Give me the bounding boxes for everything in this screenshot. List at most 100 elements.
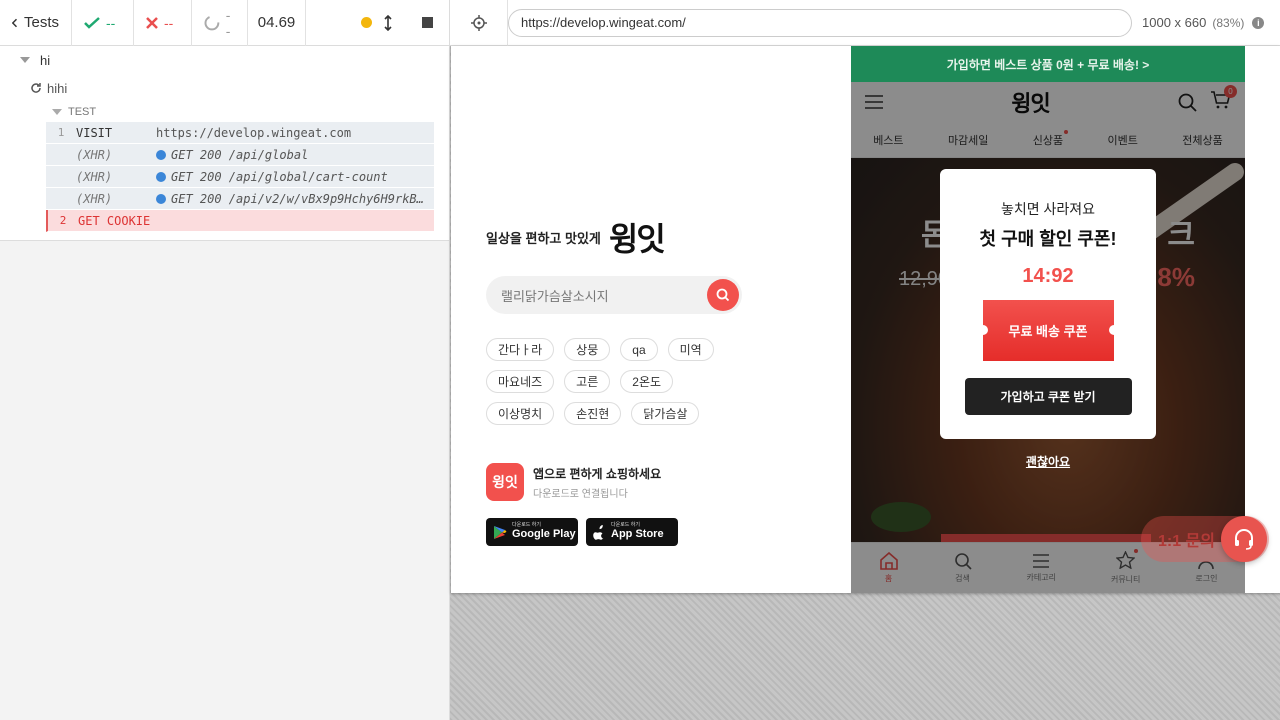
keyword-chip[interactable]: 고른 — [564, 370, 611, 393]
app-store-button[interactable]: 다운로드 하기 App Store — [586, 518, 678, 546]
caret-down-icon — [52, 109, 62, 115]
viewport-dimensions: 1000 x 660 — [1142, 15, 1207, 30]
back-to-tests-button[interactable]: Tests — [0, 0, 72, 46]
test-row[interactable]: TEST — [0, 102, 449, 122]
modal-line1: 놓치면 사라져요 — [1000, 201, 1096, 217]
command-log: 1 VISIT https://develop.wingeat.com (XHR… — [46, 122, 434, 232]
url-input[interactable]: https://develop.wingeat.com/ — [508, 8, 1132, 37]
test-tree: hi hihi TEST 1 VISIT https://develop.win… — [0, 46, 449, 241]
command-row[interactable]: (XHR) GET 200 /api/v2/w/vBx9p9Hchy6H9rkB… — [46, 188, 434, 210]
search-icon — [716, 288, 730, 302]
xhr-status-icon — [156, 149, 166, 160]
app-icon: 윙잇 — [486, 463, 524, 501]
back-label: Tests — [23, 14, 59, 31]
keyword-chip[interactable]: 상뭉 — [564, 338, 611, 361]
crosshair-icon — [470, 14, 487, 31]
passed-stat: -- — [72, 0, 134, 46]
check-icon — [84, 16, 100, 29]
google-label: Google Play — [512, 528, 576, 541]
app-promo-title: 앱으로 편하게 쇼핑하세요 — [533, 466, 662, 481]
google-play-button[interactable]: 다운로드 하기 Google Play — [486, 518, 578, 546]
app-under-test-frame: 일상을 편하고 맛있게 윙잇 랠리닭가슴살소시지 간다ㅏ라 상뭉 qa 미역 마… — [451, 46, 1280, 593]
command-message: GET 200 /api/global/cart-count — [156, 170, 434, 184]
search-placeholder: 랠리닭가슴살소시지 — [501, 288, 609, 304]
viewport-scale: (83%) — [1212, 16, 1245, 30]
command-row[interactable]: (XHR) GET 200 /api/global/cart-count — [46, 166, 434, 188]
mobile-site: 가입하면 베스트 상품 0원 + 무료 배송! > 윙잇 0 베스트 마감세일 … — [851, 46, 1245, 593]
coupon-modal: 놓치면 사라져요 첫 구매 할인 쿠폰! 14:92 무료 배송 쿠폰 가입하고… — [940, 169, 1156, 439]
chat-round-button[interactable] — [1221, 516, 1267, 562]
chip-row: 간다ㅏ라 상뭉 qa 미역 — [486, 338, 756, 361]
search-input[interactable]: 랠리닭가슴살소시지 — [486, 276, 742, 314]
app-promo: 윙잇 앱으로 편하게 쇼핑하세요 다운로드로 연결됩니다 — [486, 463, 661, 501]
chat-inquiry-button[interactable]: 1:1 문의 — [1141, 516, 1269, 562]
selector-playground-button[interactable] — [450, 0, 508, 46]
keyword-chip[interactable]: 손진현 — [564, 402, 622, 425]
signup-get-coupon-button[interactable]: 가입하고 쿠폰 받기 — [964, 378, 1132, 415]
viewport-size: 1000 x 660 (83%) — [1142, 15, 1244, 30]
command-name: GET COOKIE — [78, 213, 151, 228]
command-row-failed[interactable]: 2 GET COOKIE — [46, 210, 434, 232]
command-number: 2 — [59, 214, 67, 227]
failed-stat: -- — [134, 0, 192, 46]
free-shipping-coupon: 무료 배송 쿠폰 — [977, 300, 1119, 361]
modal-title: 첫 구매 할인 쿠폰! — [979, 229, 1117, 249]
spec-row[interactable]: hihi — [0, 78, 449, 98]
command-name: (XHR) — [76, 191, 113, 206]
command-name: VISIT — [76, 125, 113, 140]
spec-title: hihi — [47, 80, 68, 96]
x-icon — [146, 16, 158, 29]
auto-scroll-icon[interactable] — [384, 14, 392, 31]
brand-logo: 윙잇 — [608, 221, 666, 257]
modal-timer: 14:92 — [1022, 265, 1074, 287]
command-name: (XHR) — [76, 169, 113, 184]
keyword-chip[interactable]: qa — [620, 338, 658, 361]
xhr-text: GET 200 /api/global — [171, 147, 309, 162]
signup-banner[interactable]: 가입하면 베스트 상품 0원 + 무료 배송! > — [851, 46, 1245, 82]
keyword-chip[interactable]: 2온도 — [620, 370, 674, 393]
chevron-left-icon — [12, 18, 18, 27]
failed-count: -- — [164, 14, 174, 31]
keyword-chip[interactable]: 닭가슴살 — [631, 402, 700, 425]
dismiss-link[interactable]: 괜찮아요 — [851, 453, 1245, 470]
running-indicator-icon — [361, 17, 372, 28]
google-play-icon — [494, 525, 507, 539]
command-message: https://develop.wingeat.com — [156, 125, 352, 140]
chat-label: 1:1 문의 — [1158, 533, 1216, 550]
command-name: (XHR) — [76, 147, 113, 162]
run-controls — [306, 0, 449, 46]
suite-title: hi — [40, 52, 51, 68]
xhr-status-icon — [156, 193, 166, 204]
headset-icon — [1235, 529, 1253, 550]
command-message: GET 200 /api/v2/w/vBx9p9Hchy6H9rkB… — [156, 192, 434, 206]
keyword-chip[interactable]: 이상명치 — [486, 402, 555, 425]
xhr-text: GET 200 /api/global/cart-count — [171, 169, 388, 184]
reporter-panel: Tests -- -- -- 04.69 hi hihi TEST 1 VISI… — [0, 0, 450, 720]
command-message: GET 200 /api/global — [156, 148, 434, 162]
xhr-text: GET 200 /api/v2/w/vBx9p9Hchy6H9rkB… — [171, 191, 424, 206]
pending-circle-icon — [204, 15, 220, 30]
app-promo-subtitle: 다운로드로 연결됩니다 — [533, 488, 628, 500]
apple-icon — [593, 524, 604, 540]
test-title: TEST — [68, 106, 97, 118]
cypress-runner: Tests -- -- -- 04.69 hi hihi TEST 1 VISI… — [0, 0, 1280, 720]
app-store-label: App Store — [611, 528, 664, 541]
store-buttons: 다운로드 하기 Google Play 다운로드 하기 App Store — [486, 518, 678, 546]
command-number: 1 — [57, 126, 65, 139]
stop-icon[interactable] — [422, 17, 433, 28]
keyword-chip[interactable]: 마요네즈 — [486, 370, 555, 393]
tagline-text: 일상을 편하고 맛있게 — [486, 230, 601, 246]
command-row[interactable]: 1 VISIT https://develop.wingeat.com — [46, 122, 434, 144]
refresh-icon — [31, 83, 41, 93]
xhr-status-icon — [156, 171, 166, 182]
reporter-header: Tests -- -- -- 04.69 — [0, 0, 449, 46]
duration: 04.69 — [248, 0, 306, 46]
pending-stat: -- — [192, 0, 248, 46]
keyword-chip[interactable]: 간다ㅏ라 — [486, 338, 555, 361]
search-button[interactable] — [707, 279, 739, 311]
keyword-chip[interactable]: 미역 — [667, 338, 714, 361]
info-icon[interactable]: i — [1252, 16, 1265, 29]
suite-row[interactable]: hi — [0, 50, 449, 70]
caret-down-icon — [20, 57, 30, 63]
command-row[interactable]: (XHR) GET 200 /api/global — [46, 144, 434, 166]
